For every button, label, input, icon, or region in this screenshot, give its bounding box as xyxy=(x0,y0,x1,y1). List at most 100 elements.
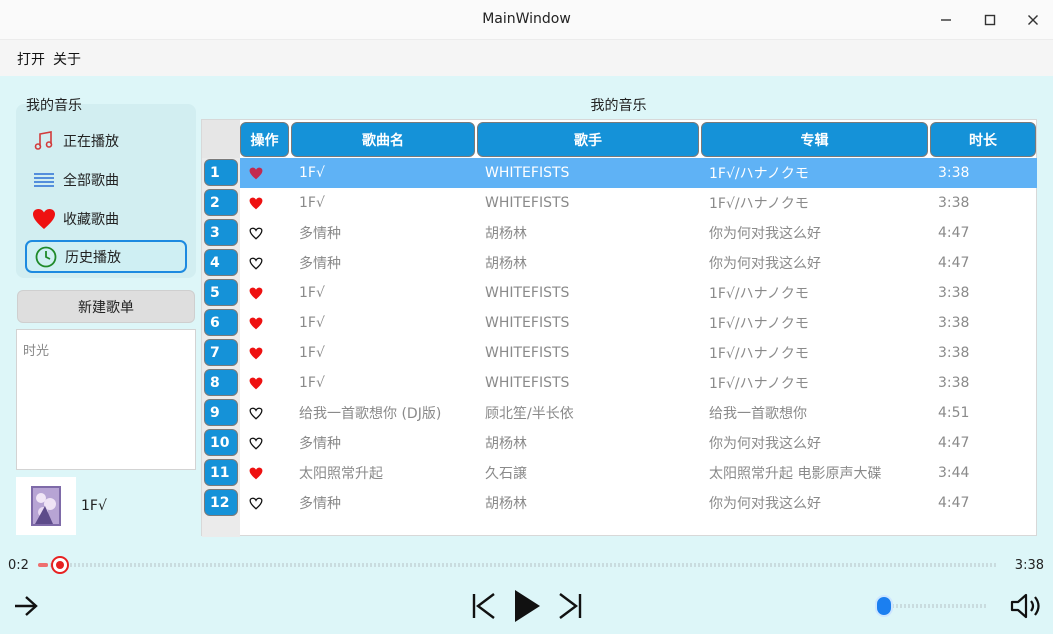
heart-outline-icon[interactable] xyxy=(249,398,263,428)
cell-duration: 3:38 xyxy=(938,375,970,391)
maximize-icon xyxy=(984,14,996,26)
heart-outline-icon[interactable] xyxy=(249,488,263,518)
cell-duration: 4:47 xyxy=(938,435,970,451)
heart-filled-icon[interactable] xyxy=(249,458,263,488)
cell-duration: 3:38 xyxy=(938,195,970,211)
cell-song: 多情种 xyxy=(299,226,341,242)
heart-filled-icon[interactable] xyxy=(249,278,263,308)
current-time: 0:2 xyxy=(8,558,29,573)
minimize-button[interactable] xyxy=(935,9,957,31)
nav-now-playing[interactable]: 正在播放 xyxy=(25,124,187,157)
table-row[interactable]: 1F√ WHITEFISTS 1F√/ハナノクモ 3:38 xyxy=(240,158,1037,188)
title-bar: MainWindow xyxy=(0,0,1053,40)
playlist-list: 时光 xyxy=(16,329,196,470)
row-number: 3 xyxy=(204,219,238,246)
row-number: 6 xyxy=(204,309,238,336)
header-duration[interactable]: 时长 xyxy=(930,122,1036,157)
cell-artist: 胡杨林 xyxy=(485,436,527,452)
cell-song: 1F√ xyxy=(299,165,325,181)
cell-duration: 3:38 xyxy=(938,285,970,301)
maximize-button[interactable] xyxy=(979,9,1001,31)
table-row[interactable]: 多情种 胡杨林 你为何对我这么好 4:47 xyxy=(240,218,1037,248)
cell-song: 1F√ xyxy=(299,375,325,391)
heart-outline-icon[interactable] xyxy=(249,428,263,458)
heart-outline-icon[interactable] xyxy=(249,248,263,278)
heart-filled-icon[interactable] xyxy=(249,338,263,368)
music-note-icon xyxy=(31,130,57,152)
cell-duration: 3:38 xyxy=(938,345,970,361)
table-row[interactable]: 多情种 胡杨林 你为何对我这么好 4:47 xyxy=(240,248,1037,278)
cell-artist: WHITEFISTS xyxy=(485,345,570,361)
row-number: 11 xyxy=(204,459,238,486)
cell-album: 你为何对我这么好 xyxy=(709,226,821,242)
album-art-icon xyxy=(31,486,61,526)
row-number: 7 xyxy=(204,339,238,366)
table-row[interactable]: 给我一首歌想你 (DJ版) 顾北笙/半长依 给我一首歌想你 4:51 xyxy=(240,398,1037,428)
cell-duration: 3:38 xyxy=(938,165,970,181)
cell-duration: 3:44 xyxy=(938,465,970,481)
next-button[interactable] xyxy=(556,590,584,622)
table-row[interactable]: 1F√ WHITEFISTS 1F√/ハナノクモ 3:38 xyxy=(240,338,1037,368)
heart-filled-icon[interactable] xyxy=(249,158,263,188)
cell-album: 1F√/ハナノクモ xyxy=(709,166,809,182)
table-row[interactable]: 多情种 胡杨林 你为何对我这么好 4:47 xyxy=(240,488,1037,518)
cell-artist: WHITEFISTS xyxy=(485,375,570,391)
volume-button[interactable] xyxy=(1008,590,1044,622)
minimize-icon xyxy=(941,19,951,21)
header-song[interactable]: 歌曲名 xyxy=(291,122,475,157)
cell-album: 你为何对我这么好 xyxy=(709,256,821,272)
cell-album: 1F√/ハナノクモ xyxy=(709,286,809,302)
nav-favorites[interactable]: 收藏歌曲 xyxy=(25,202,187,235)
row-number: 4 xyxy=(204,249,238,276)
cell-duration: 4:47 xyxy=(938,255,970,271)
cell-song: 多情种 xyxy=(299,256,341,272)
progress-track[interactable] xyxy=(38,563,998,567)
list-icon xyxy=(31,169,57,191)
play-button[interactable] xyxy=(510,588,544,624)
play-icon xyxy=(515,590,540,622)
skip-previous-icon xyxy=(472,593,495,619)
group-title: 我的音乐 xyxy=(26,98,82,114)
menu-bar: 打开 关于 xyxy=(0,40,1053,76)
table-row[interactable]: 太阳照常升起 久石譲 太阳照常升起 电影原声大碟 3:44 xyxy=(240,458,1037,488)
table-row[interactable]: 1F√ WHITEFISTS 1F√/ハナノクモ 3:38 xyxy=(240,308,1037,338)
menu-open[interactable]: 打开 xyxy=(17,49,45,69)
heart-outline-icon[interactable] xyxy=(249,218,263,248)
cell-album: 太阳照常升起 电影原声大碟 xyxy=(709,466,882,482)
previous-button[interactable] xyxy=(470,590,498,622)
heart-filled-icon[interactable] xyxy=(249,368,263,398)
close-button[interactable] xyxy=(1022,9,1044,31)
cell-artist: WHITEFISTS xyxy=(485,285,570,301)
row-number: 5 xyxy=(204,279,238,306)
heart-filled-icon[interactable] xyxy=(249,188,263,218)
nav-label: 正在播放 xyxy=(63,133,119,150)
cell-artist: WHITEFISTS xyxy=(485,315,570,331)
table-row[interactable]: 1F√ WHITEFISTS 1F√/ハナノクモ 3:38 xyxy=(240,188,1037,218)
heart-icon xyxy=(31,208,57,230)
nav-history[interactable]: 历史播放 xyxy=(25,240,187,273)
table-row[interactable]: 多情种 胡杨林 你为何对我这么好 4:47 xyxy=(240,428,1037,458)
cell-artist: WHITEFISTS xyxy=(485,165,570,181)
nav-all-songs[interactable]: 全部歌曲 xyxy=(25,163,187,196)
header-album[interactable]: 专辑 xyxy=(701,122,928,157)
play-mode-button[interactable] xyxy=(12,592,40,620)
cell-song: 1F√ xyxy=(299,315,325,331)
cell-artist: 久石譲 xyxy=(485,466,527,482)
cell-song: 多情种 xyxy=(299,496,341,512)
new-playlist-button[interactable]: 新建歌单 xyxy=(17,290,195,323)
menu-about[interactable]: 关于 xyxy=(53,49,81,69)
header-artist[interactable]: 歌手 xyxy=(477,122,699,157)
table-row[interactable]: 1F√ WHITEFISTS 1F√/ハナノクモ 3:38 xyxy=(240,278,1037,308)
progress-handle[interactable] xyxy=(50,556,69,574)
close-icon xyxy=(1028,15,1038,25)
cell-song: 1F√ xyxy=(299,195,325,211)
table-row[interactable]: 1F√ WHITEFISTS 1F√/ハナノクモ 3:38 xyxy=(240,368,1037,398)
cell-artist: WHITEFISTS xyxy=(485,195,570,211)
header-action[interactable]: 操作 xyxy=(240,122,289,157)
playlist-item[interactable]: 时光 xyxy=(23,340,49,359)
heart-filled-icon[interactable] xyxy=(249,308,263,338)
cell-song: 多情种 xyxy=(299,436,341,452)
nav-label: 全部歌曲 xyxy=(63,172,119,189)
row-number: 1 xyxy=(204,159,238,186)
volume-handle[interactable] xyxy=(875,595,894,617)
